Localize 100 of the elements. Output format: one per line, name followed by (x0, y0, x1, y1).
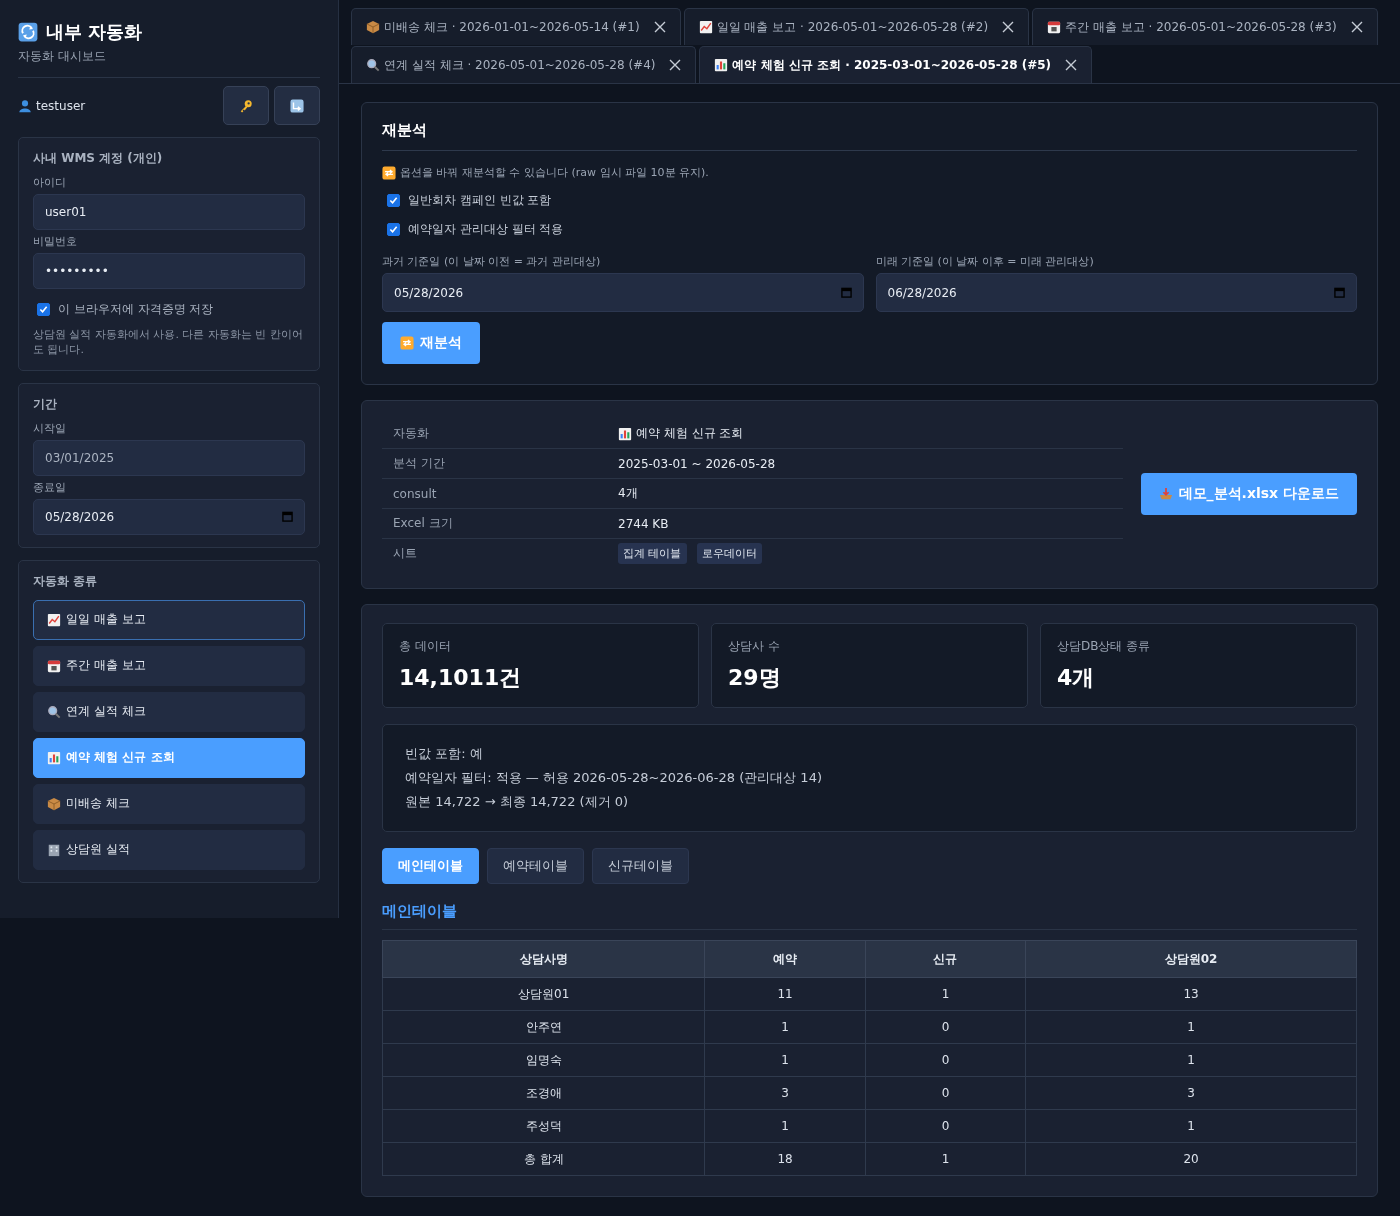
credentials-button[interactable] (223, 86, 269, 125)
panel-heading: 사내 WMS 계정 (개인) (33, 150, 164, 167)
refresh-icon (382, 165, 396, 180)
automation-item[interactable]: 주간 매출 보고 (33, 645, 305, 686)
close-icon[interactable] (669, 59, 682, 71)
table-cell: 3 (704, 1076, 866, 1110)
field-label: 과거 기준일 (이 날짜 이전 = 과거 관리대상) (382, 254, 602, 269)
panel-title: 재분석 (382, 121, 1357, 151)
close-icon[interactable] (653, 21, 666, 33)
key-icon (239, 98, 253, 113)
calendar-icon (1047, 20, 1062, 34)
help-text: 상담원 실적 자동화에서 사용. 다른 자동화는 빈 칸이어도 됩니다. (33, 328, 304, 358)
checkbox[interactable] (387, 194, 400, 207)
close-icon[interactable] (1065, 59, 1078, 71)
field-label: 아이디 (33, 175, 67, 190)
table-cell: 임명숙 (382, 1043, 705, 1077)
inbox-tray-icon (1158, 486, 1173, 501)
stat-value: 14,1011건 (399, 664, 523, 692)
chart-up-icon (47, 612, 61, 627)
table-cell: 20 (1025, 1142, 1357, 1176)
field-label: 종료일 (33, 479, 67, 495)
bar-chart-icon (714, 58, 729, 72)
table-tab[interactable]: 신규테이블 (592, 848, 689, 884)
bar-chart-icon (47, 750, 61, 765)
table-cell: 1 (704, 1010, 866, 1044)
logout-button[interactable] (274, 86, 320, 125)
info-value: 4개 (618, 485, 639, 502)
info-value: 2744 KB (618, 516, 670, 531)
checkbox[interactable] (37, 303, 50, 316)
table-cell: 총 합계 (382, 1142, 705, 1176)
table-cell: 1 (1025, 1010, 1357, 1044)
table-cell: 안주연 (382, 1010, 705, 1044)
box-icon (366, 20, 380, 34)
user-icon (18, 98, 32, 113)
bar-chart-icon (618, 426, 632, 441)
magnifier-icon (366, 58, 380, 72)
summary-line: 예약일자 필터: 적용 — 허용 2026-05-28~2026-06-28 (관리대상 14) (405, 769, 823, 787)
close-icon[interactable] (1002, 21, 1015, 33)
table-cell: 1 (704, 1109, 866, 1143)
section-title: 메인테이블 (382, 902, 1357, 930)
date-field[interactable]: 05/28/2026 (382, 273, 864, 312)
table-cell: 주성덕 (382, 1109, 705, 1143)
exit-arrow-icon (290, 98, 304, 113)
automation-item[interactable]: 미배송 체크 (33, 783, 305, 824)
report-tab[interactable]: 연계 실적 체크 · 2026-05-01~2026-05-28 (#4) (351, 46, 697, 83)
stat-value: 29명 (728, 664, 782, 692)
field-label: 미래 기준일 (이 날짜 이후 = 미래 관리대상) (875, 254, 1095, 269)
id-field[interactable]: user01 (33, 194, 305, 230)
automation-item[interactable]: 연계 실적 체크 (33, 691, 305, 732)
automation-item[interactable]: 일일 매출 보고 (33, 599, 305, 640)
table-cell: 0 (865, 1109, 1026, 1143)
table-cell: 상담원01 (382, 977, 705, 1011)
summary-line: 원본 14,722 → 최종 14,722 (제거 0) (405, 793, 630, 811)
info-label: 자동화 (393, 425, 430, 442)
magnifier-icon (47, 704, 61, 719)
sheet-tag: 로우데이터 (696, 543, 762, 564)
checkbox[interactable] (387, 223, 400, 236)
info-label: consult (393, 486, 438, 501)
stat-label: 총 데이터 (399, 638, 452, 655)
checkbox-label: 일반회차 캠페인 빈값 포함 (408, 192, 552, 209)
report-tab[interactable]: 예약 체험 신규 조회 · 2025-03-01~2026-05-28 (#5) (699, 46, 1093, 83)
table-cell: 1 (865, 1142, 1026, 1176)
table-cell: 0 (865, 1076, 1026, 1110)
table-cell: 1 (704, 1043, 866, 1077)
sheet-tag: 집계 테이블 (618, 543, 687, 564)
stat-label: 상담사 수 (728, 638, 781, 655)
chart-up-icon (698, 20, 713, 34)
checkbox-label: 예약일자 관리대상 필터 적용 (408, 221, 564, 238)
username: testuser (36, 98, 86, 113)
info-label: 시트 (393, 545, 418, 562)
table-cell: 0 (865, 1010, 1026, 1044)
info-value: 예약 체험 신규 조회 (636, 425, 744, 442)
panel-heading: 자동화 종류 (33, 572, 99, 590)
report-tab[interactable]: 일일 매출 보고 · 2026-05-01~2026-05-28 (#2) (683, 8, 1030, 45)
calendar-icon (47, 658, 61, 673)
table-cell: 1 (1025, 1043, 1357, 1077)
building-icon (47, 842, 61, 857)
automation-item[interactable]: 상담원 실적 (33, 829, 305, 870)
table-tab[interactable]: 예약테이블 (487, 848, 584, 884)
column-header: 상담사명 (382, 940, 705, 978)
help-text: 옵션을 바꿔 재분석할 수 있습니다 (raw 임시 파일 10분 유지). (400, 165, 709, 180)
start-date-field[interactable]: 03/01/2025 (33, 439, 305, 476)
info-label: 분석 기간 (393, 455, 446, 472)
close-icon[interactable] (1350, 21, 1363, 33)
cycle-arrows-icon (18, 22, 38, 42)
end-date-field[interactable]: 05/28/2026 (33, 498, 305, 535)
report-tab[interactable]: 주간 매출 보고 · 2026-05-01~2026-05-28 (#3) (1032, 8, 1378, 45)
refresh-icon (400, 336, 414, 350)
table-cell: 1 (1025, 1109, 1357, 1143)
table-cell: 1 (865, 977, 1026, 1011)
password-field[interactable]: ••••••••• (33, 253, 305, 289)
date-field[interactable]: 06/28/2026 (875, 273, 1357, 312)
summary-line: 빈값 포함: 예 (405, 745, 484, 763)
checkbox-label: 이 브라우저에 자격증명 저장 (58, 301, 214, 318)
info-value: 2025-03-01 ~ 2026-05-28 (618, 456, 777, 471)
table-cell: 3 (1025, 1076, 1357, 1110)
report-tab[interactable]: 미배송 체크 · 2026-01-01~2026-05-14 (#1) (351, 8, 681, 45)
box-icon (47, 796, 61, 811)
stat-value: 4개 (1057, 664, 1096, 692)
table-cell: 조경애 (382, 1076, 705, 1110)
